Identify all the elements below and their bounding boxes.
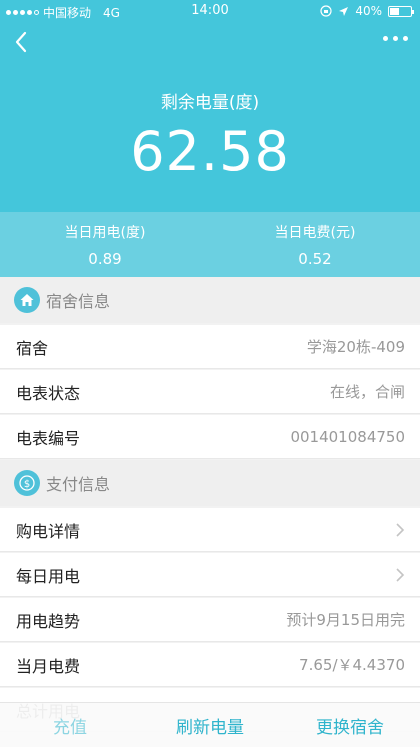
row-monthly-cost: 当月电费 7.65/￥4.4370 [0,643,420,687]
daily-usage-label: 当日用电(度) [64,225,146,241]
svg-text:$: $ [24,479,30,490]
status-bar: 中国移动 4G 14:00 40% [0,0,420,22]
dorm-info-header: 宿舍信息 [0,277,420,323]
battery-percent: 40% [355,4,382,18]
row-purchase-detail[interactable]: 购电详情 [0,508,420,552]
chevron-right-icon [396,567,405,582]
payment-info-title: 支付信息 [46,475,111,494]
remaining-power-value: 62.58 [130,120,290,183]
daily-usage: 当日用电(度) 0.89 [0,212,210,277]
row-meter-status-value: 在线，合闸 [329,383,405,401]
refresh-power-button[interactable]: 刷新电量 [140,703,280,747]
status-right: 40% [320,4,414,18]
daily-cost-value: 0.52 [298,250,332,268]
header-hero: 中国移动 4G 14:00 40% 剩余电量(度) 62.58 当日用电(度) … [0,0,420,277]
row-purchase-detail-key: 购电详情 [16,521,81,541]
back-arrow-icon[interactable] [10,30,34,54]
payment-info-header: $ 支付信息 [0,460,420,506]
row-daily-usage-key: 每日用电 [16,566,81,586]
rotation-lock-icon [320,5,332,17]
battery-icon [388,5,414,17]
row-meter-status-key: 电表状态 [16,383,81,403]
row-usage-trend-value: 预计9月15日用完 [286,611,405,629]
daily-cost-label: 当日电费(元) [274,225,356,241]
row-monthly-cost-value: 7.65/￥4.4370 [299,656,405,674]
row-monthly-cost-key: 当月电费 [16,656,81,676]
switch-dorm-button[interactable]: 更换宿舍 [280,703,420,747]
dollar-icon: $ [14,470,40,496]
row-meter-number: 电表编号 001401084750 [0,415,420,459]
row-dorm-key: 宿舍 [16,338,49,358]
remaining-power-label: 剩余电量(度) [160,93,260,113]
chevron-right-icon [396,522,405,537]
bottom-action-bar: 充值 刷新电量 更换宿舍 [0,702,420,747]
row-meter-number-value: 001401084750 [290,427,405,446]
location-icon [339,6,349,16]
row-dorm-value: 学海20栋-409 [306,338,405,356]
row-usage-trend: 用电趋势 预计9月15日用完 [0,598,420,642]
home-icon [14,287,40,313]
row-daily-usage[interactable]: 每日用电 [0,553,420,597]
daily-stats-strip: 当日用电(度) 0.89 当日电费(元) 0.52 [0,212,420,277]
dorm-info-title: 宿舍信息 [46,292,111,311]
row-dorm: 宿舍 学海20栋-409 [0,325,420,369]
row-meter-number-key: 电表编号 [16,428,81,448]
recharge-button[interactable]: 充值 [0,703,140,747]
daily-usage-value: 0.89 [88,250,122,268]
row-meter-status: 电表状态 在线，合闸 [0,370,420,414]
daily-cost: 当日电费(元) 0.52 [210,212,420,277]
row-usage-trend-key: 用电趋势 [16,611,81,631]
more-options-icon[interactable] [383,36,408,41]
